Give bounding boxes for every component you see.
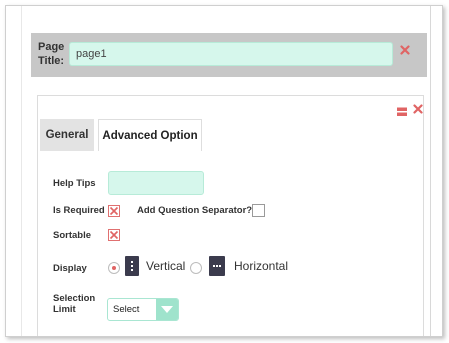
sortable-checkbox[interactable] <box>108 229 120 241</box>
add-question-separator-checkbox[interactable] <box>252 204 265 217</box>
display-horizontal-radio[interactable] <box>190 262 202 274</box>
display-vertical-label: Vertical <box>146 259 186 273</box>
tab-advanced-option[interactable]: Advanced Option <box>98 119 202 151</box>
display-horizontal-label: Horizontal <box>234 259 289 273</box>
add-question-separator-label: Add Question Separator? <box>137 205 253 216</box>
display-vertical-radio[interactable] <box>108 262 120 274</box>
horizontal-layout-icon <box>209 256 225 276</box>
display-label: Display <box>53 263 87 274</box>
list-icon[interactable] <box>397 104 407 116</box>
selection-limit-value: Select <box>113 304 140 315</box>
sortable-label: Sortable <box>53 230 92 241</box>
help-tips-input[interactable] <box>108 171 204 195</box>
help-tips-label: Help Tips <box>53 178 96 189</box>
vertical-layout-icon <box>125 256 139 276</box>
page-title-label: Page Title: <box>38 40 64 68</box>
question-settings-panel: General Advanced Option Help Tips Is Req… <box>37 95 424 336</box>
close-icon[interactable] <box>413 104 423 114</box>
page-title-input[interactable] <box>69 42 393 66</box>
tab-general[interactable]: General <box>40 119 94 151</box>
page-title-label-line2: Title: <box>38 55 65 67</box>
page-title-label-line1: Page <box>38 41 65 53</box>
selection-limit-select[interactable]: Select <box>107 298 179 321</box>
is-required-label: Is Required <box>53 205 105 216</box>
selection-limit-label-line1: Selection <box>53 293 96 304</box>
selection-limit-label-line2: Limit <box>53 304 76 315</box>
selection-limit-label: Selection Limit <box>53 293 95 315</box>
is-required-checkbox[interactable] <box>108 205 120 217</box>
chevron-down-icon[interactable] <box>156 299 178 320</box>
page-title-bar: Page Title: <box>31 33 427 77</box>
close-icon[interactable] <box>400 45 410 55</box>
form-builder-frame: Page Title: General Advanced Option Help… <box>5 5 443 337</box>
